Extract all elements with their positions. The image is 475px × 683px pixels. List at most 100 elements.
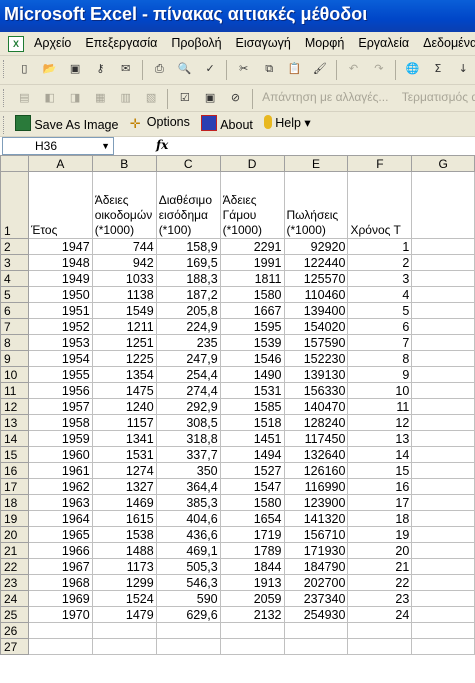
redo-icon[interactable]: ↷: [371, 61, 387, 77]
row-header[interactable]: 8: [0, 334, 29, 351]
table-cell[interactable]: 1580: [219, 494, 285, 511]
table-cell[interactable]: 1549: [91, 302, 157, 319]
sort-ascending-icon[interactable]: ↓: [455, 61, 471, 77]
table-cell[interactable]: [155, 638, 221, 655]
table-cell[interactable]: [411, 350, 475, 367]
row-header[interactable]: 5: [0, 286, 29, 303]
table-cell[interactable]: 1952: [27, 318, 93, 335]
table-cell[interactable]: 1488: [91, 542, 157, 559]
table-cell[interactable]: [219, 622, 285, 639]
table-cell[interactable]: 1341: [91, 430, 157, 447]
table-cell[interactable]: 6: [347, 318, 413, 335]
cut-icon[interactable]: ✂: [236, 61, 252, 77]
table-cell[interactable]: 629,6: [155, 606, 221, 623]
table-cell[interactable]: 1: [347, 238, 413, 255]
toolbar-grip[interactable]: [3, 60, 7, 78]
table-cell[interactable]: [91, 638, 157, 655]
table-cell[interactable]: 1667: [219, 302, 285, 319]
next-comment-icon[interactable]: ◨: [67, 90, 83, 106]
save-icon[interactable]: ▣: [67, 61, 83, 77]
table-cell[interactable]: 140470: [283, 398, 349, 415]
save-as-image-button[interactable]: Save As Image: [15, 115, 118, 132]
table-cell[interactable]: 1469: [91, 494, 157, 511]
reviewing-pane-icon[interactable]: ▧: [143, 90, 159, 106]
table-cell[interactable]: [27, 622, 93, 639]
row-header[interactable]: 23: [0, 574, 29, 591]
table-cell[interactable]: 110460: [283, 286, 349, 303]
row-header[interactable]: 19: [0, 510, 29, 527]
table-cell[interactable]: 1960: [27, 446, 93, 463]
table-cell[interactable]: 1475: [91, 382, 157, 399]
table-cell[interactable]: 1970: [27, 606, 93, 623]
row-header[interactable]: 6: [0, 302, 29, 319]
table-cell[interactable]: [347, 622, 413, 639]
autosum-icon[interactable]: Σ: [430, 61, 446, 77]
help-button[interactable]: Help ▾: [264, 115, 311, 130]
table-cell[interactable]: 12: [347, 414, 413, 431]
table-cell[interactable]: 202700: [283, 574, 349, 591]
table-cell[interactable]: 1595: [219, 318, 285, 335]
table-cell[interactable]: 1965: [27, 526, 93, 543]
table-cell[interactable]: 1157: [91, 414, 157, 431]
table-cell[interactable]: 1451: [219, 430, 285, 447]
table-cell[interactable]: 2132: [219, 606, 285, 623]
table-cell[interactable]: 1225: [91, 350, 157, 367]
select-all-corner[interactable]: [0, 155, 29, 172]
column-header[interactable]: F: [347, 155, 413, 172]
table-cell[interactable]: 1615: [91, 510, 157, 527]
table-cell[interactable]: 1948: [27, 254, 93, 271]
table-cell[interactable]: [411, 574, 475, 591]
table-cell[interactable]: [347, 638, 413, 655]
table-cell[interactable]: 122440: [283, 254, 349, 271]
table-cell[interactable]: [411, 270, 475, 287]
end-review-button[interactable]: Τερματισμός αναθ: [402, 90, 475, 104]
table-cell[interactable]: [283, 622, 349, 639]
table-cell[interactable]: 2: [347, 254, 413, 271]
table-cell[interactable]: 7: [347, 334, 413, 351]
row-header[interactable]: 14: [0, 430, 29, 447]
table-cell[interactable]: 139130: [283, 366, 349, 383]
table-cell[interactable]: 24: [347, 606, 413, 623]
table-cell[interactable]: [283, 638, 349, 655]
table-cell[interactable]: [411, 622, 475, 639]
table-cell[interactable]: 13: [347, 430, 413, 447]
table-cell[interactable]: 254930: [283, 606, 349, 623]
table-cell[interactable]: 1274: [91, 462, 157, 479]
table-cell[interactable]: 8: [347, 350, 413, 367]
table-cell[interactable]: 546,3: [155, 574, 221, 591]
toolbar-grip[interactable]: [3, 116, 7, 134]
table-cell[interactable]: 15: [347, 462, 413, 479]
copy-icon[interactable]: ⧉: [261, 61, 277, 77]
permission-icon[interactable]: ⚷: [92, 61, 108, 77]
table-cell[interactable]: [411, 446, 475, 463]
row-header[interactable]: 2: [0, 238, 29, 255]
table-cell[interactable]: 169,5: [155, 254, 221, 271]
table-cell[interactable]: 2059: [219, 590, 285, 607]
table-cell[interactable]: 337,7: [155, 446, 221, 463]
table-cell[interactable]: 1964: [27, 510, 93, 527]
row-header[interactable]: 18: [0, 494, 29, 511]
insert-function-icon[interactable]: fx: [156, 138, 168, 152]
header-cell[interactable]: Άδειες οικοδομών (*1000): [91, 171, 157, 239]
table-cell[interactable]: 1490: [219, 366, 285, 383]
table-cell[interactable]: 1033: [91, 270, 157, 287]
column-header[interactable]: A: [27, 155, 93, 172]
email-icon[interactable]: ✉: [118, 61, 134, 77]
menu-item[interactable]: Αρχείο: [34, 36, 71, 50]
table-cell[interactable]: 154020: [283, 318, 349, 335]
table-cell[interactable]: 469,1: [155, 542, 221, 559]
table-cell[interactable]: 1947: [27, 238, 93, 255]
table-cell[interactable]: 237340: [283, 590, 349, 607]
table-cell[interactable]: 1957: [27, 398, 93, 415]
table-cell[interactable]: 1531: [91, 446, 157, 463]
table-cell[interactable]: 1963: [27, 494, 93, 511]
table-cell[interactable]: [411, 478, 475, 495]
table-cell[interactable]: 274,4: [155, 382, 221, 399]
table-cell[interactable]: 1547: [219, 478, 285, 495]
table-cell[interactable]: 1546: [219, 350, 285, 367]
table-cell[interactable]: 3: [347, 270, 413, 287]
table-cell[interactable]: [411, 462, 475, 479]
table-cell[interactable]: [411, 302, 475, 319]
hyperlink-icon[interactable]: 🌐: [405, 61, 421, 77]
table-cell[interactable]: [411, 286, 475, 303]
